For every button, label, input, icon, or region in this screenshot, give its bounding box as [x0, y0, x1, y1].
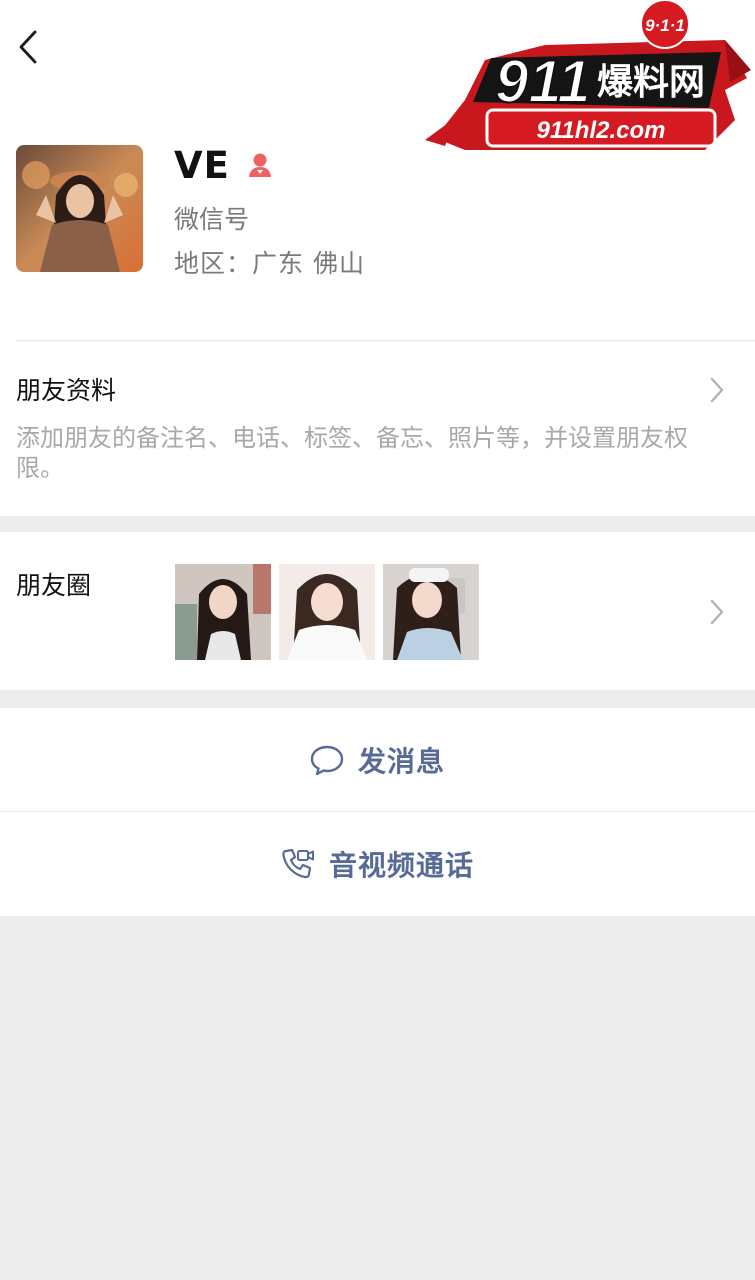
profile-header-section: 9·1·1 911 爆料网 911hl2.com VE 微信号 地区：广东 佛山… [0, 0, 755, 516]
video-call-button[interactable]: 音视频通话 [0, 812, 755, 916]
friend-info-title: 朋友资料 [16, 376, 117, 405]
send-message-label: 发消息 [357, 745, 445, 778]
wechat-id: 微信号 [174, 205, 250, 234]
watermark-logo: 9·1·1 911 爆料网 911hl2.com [425, 0, 751, 150]
chevron-right-icon [710, 377, 724, 403]
back-button[interactable] [8, 24, 48, 70]
contact-name: VE [174, 143, 230, 187]
send-message-button[interactable]: 发消息 [0, 708, 755, 812]
watermark-big-text: 911 [495, 48, 591, 115]
avatar[interactable] [16, 145, 143, 272]
moment-thumbnail[interactable] [175, 564, 271, 660]
moment-photo-2 [279, 564, 375, 660]
region-text: 地区：广东 佛山 [174, 249, 365, 278]
watermark-badge-text: 9·1·1 [645, 16, 685, 35]
moments-title: 朋友圈 [16, 571, 92, 600]
female-icon [248, 153, 271, 177]
moments-row[interactable]: 朋友圈 [0, 532, 755, 690]
moment-thumbnail[interactable] [383, 564, 479, 660]
contact-profile-page: 9·1·1 911 爆料网 911hl2.com VE 微信号 地区：广东 佛山… [0, 0, 755, 1280]
friend-info-row[interactable]: 朋友资料 添加朋友的备注名、电话、标签、备忘、照片等，并设置朋友权限。 [0, 341, 755, 516]
watermark-cn-text: 爆料网 [597, 62, 705, 103]
watermark-url-text: 911hl2.com [537, 117, 666, 144]
chevron-left-icon [19, 30, 37, 64]
moment-thumbnail[interactable] [279, 564, 375, 660]
friend-info-description: 添加朋友的备注名、电话、标签、备忘、照片等，并设置朋友权限。 [16, 424, 688, 482]
moments-thumbnails [175, 564, 479, 660]
chevron-right-icon [710, 599, 724, 625]
chat-bubble-icon [310, 745, 344, 776]
phone-video-icon [282, 848, 314, 879]
avatar-photo [16, 145, 143, 272]
video-call-label: 音视频通话 [328, 849, 474, 882]
moment-photo-3 [383, 564, 479, 660]
name-row: VE [174, 142, 274, 188]
action-buttons: 发消息 音视频通话 [0, 708, 755, 916]
moment-photo-1 [175, 564, 271, 660]
